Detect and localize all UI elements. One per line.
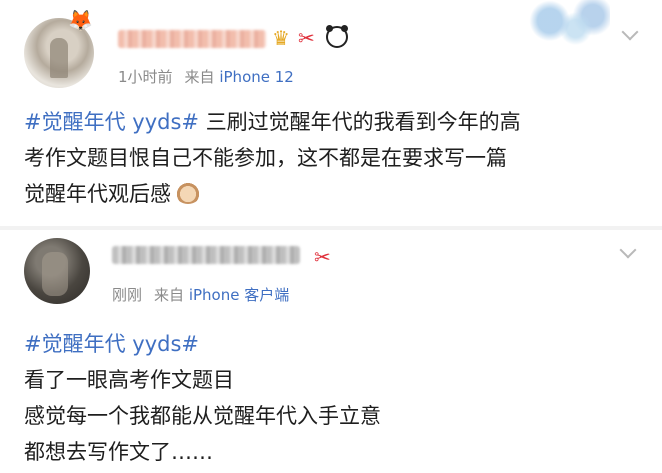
post-2: ✂ 刚刚 来自 iPhone 客户端 #觉醒年代 yyds# 看了一眼高考作文题目… [0, 230, 662, 473]
cat-emoji-icon [175, 182, 201, 204]
chevron-down-icon[interactable] [621, 23, 639, 41]
username-blurred[interactable] [118, 30, 266, 48]
body-line-1: 看了一眼高考作文题目 [24, 368, 234, 392]
panda-icon [326, 25, 348, 48]
gift-icon: ✂ [298, 26, 315, 50]
avatar[interactable] [24, 238, 90, 304]
body-line-3: 觉醒年代观后感 [24, 182, 171, 206]
from-label: 来自 [184, 68, 215, 86]
post-text: #觉醒年代 yyds# 三刷过觉醒年代的我看到今年的高 考作文题目恨自己不能参加… [24, 104, 624, 212]
post-time: 1小时前 [118, 68, 173, 86]
post-meta: 1小时前 来自 iPhone 12 [118, 66, 294, 87]
device-link[interactable]: iPhone 12 [219, 68, 294, 86]
post-text: #觉醒年代 yyds# 看了一眼高考作文题目 感觉每一个我都能从觉醒年代入手立意… [24, 326, 624, 470]
body-line-2: 感觉每一个我都能从觉醒年代入手立意 [24, 404, 381, 428]
post-1: 🦊 ♛ ✂ 1小时前 来自 iPhone 12 #觉醒年代 yyds# 三刷过觉醒… [0, 0, 662, 226]
chevron-down-icon[interactable] [619, 241, 637, 259]
fox-badge-icon: 🦊 [68, 8, 93, 32]
username-blurred[interactable] [112, 246, 300, 264]
topic-link[interactable]: #觉醒年代 yyds# [24, 332, 199, 356]
device-link[interactable]: iPhone 客户端 [189, 286, 289, 304]
from-label: 来自 [154, 286, 185, 304]
post-time: 刚刚 [112, 286, 143, 304]
topic-link[interactable]: #觉醒年代 yyds# [24, 110, 199, 134]
gift-icon: ✂ [314, 245, 331, 269]
crown-icon: ♛ [272, 26, 290, 50]
body-line-2: 考作文题目恨自己不能参加，这不都是在要求写一篇 [24, 146, 507, 170]
post-meta: 刚刚 来自 iPhone 客户端 [112, 284, 289, 305]
body-line-3: 都想去写作文了…… [24, 440, 213, 464]
body-line-1: 三刷过觉醒年代的我看到今年的高 [205, 110, 521, 134]
flower-decoration [524, 0, 610, 52]
